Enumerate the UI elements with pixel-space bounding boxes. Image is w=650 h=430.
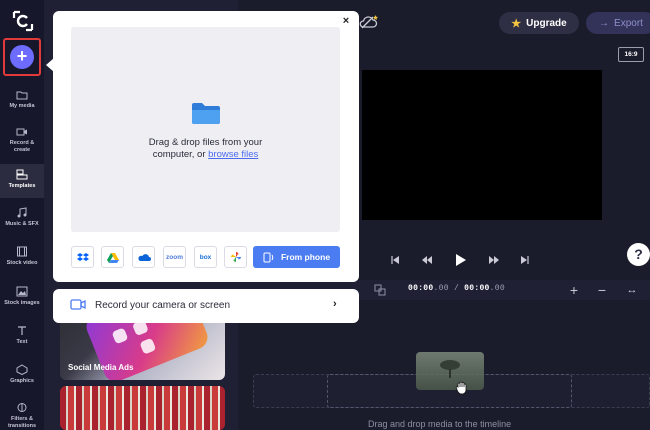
browse-files-link[interactable]: browse files [208, 149, 258, 160]
sidebar-item-label: Graphics [10, 378, 34, 384]
dragged-media-thumbnail[interactable] [416, 352, 484, 390]
fast-forward-icon[interactable] [488, 255, 500, 265]
total-time: 00:00 [464, 284, 490, 293]
clipchamp-logo [12, 10, 34, 32]
cloud-sync-icon[interactable] [359, 14, 379, 30]
sidebar-item-text[interactable]: Text [0, 325, 44, 349]
film-icon [17, 246, 27, 257]
star-icon: ★ [511, 17, 522, 30]
sidebar-item-label: Music & SFX [5, 221, 39, 227]
google-drive-icon [106, 252, 119, 263]
sidebar-item-label: Stock video [6, 260, 38, 266]
record-icon [16, 128, 27, 136]
skip-forward-icon[interactable] [520, 255, 530, 265]
filters-icon [17, 403, 27, 412]
template-card-label: Social Media Ads [68, 363, 134, 372]
split-icon[interactable] [374, 284, 386, 296]
folder-icon [192, 103, 220, 124]
video-camera-icon [70, 299, 86, 310]
video-preview [362, 70, 602, 220]
folder-icon [16, 91, 28, 100]
sidebar-item-label: Templates [8, 183, 36, 189]
upgrade-button[interactable]: ★ Upgrade [499, 12, 579, 34]
upgrade-label: Upgrade [526, 17, 567, 29]
box-logo-text: box [199, 253, 212, 261]
drop-instructions-line2: computer, or browse files [71, 149, 340, 161]
sidebar-item-label: Stock images [4, 300, 40, 306]
timecode: 00:00.00 / 00:00.00 [408, 284, 505, 293]
sidebar-item-templates[interactable]: Templates [0, 164, 44, 198]
templates-icon [16, 169, 28, 180]
drop-instructions-prefix: computer, or [152, 149, 209, 160]
fit-timeline-button[interactable]: ↔ [624, 282, 640, 298]
tree-icon [440, 360, 460, 378]
drop-instructions: Drag & drop files from your computer, or… [71, 137, 340, 161]
phone-icon [263, 252, 274, 262]
play-icon[interactable] [453, 253, 467, 267]
sidebar-item-music-sfx[interactable]: Music & SFX [0, 207, 44, 233]
sidebar-item-label: Record & create [9, 140, 35, 153]
sidebar-item-label: Text [16, 339, 28, 345]
app-icon [111, 327, 129, 345]
sidebar-item-label: My media [9, 103, 35, 109]
sidebar-item-filters-transitions[interactable]: Filters & transitions [0, 402, 44, 430]
export-label: Export [614, 17, 643, 29]
dropbox-button[interactable] [71, 246, 94, 268]
file-drop-area[interactable] [71, 27, 340, 232]
current-time: 00:00 [408, 284, 434, 293]
onedrive-button[interactable] [132, 246, 155, 268]
music-icon [17, 207, 27, 218]
template-card-library[interactable] [60, 386, 225, 430]
google-drive-button[interactable] [101, 246, 124, 268]
sidebar-item-label: Filters & transitions [7, 416, 37, 429]
help-button[interactable]: ? [627, 243, 650, 266]
left-rail: + My media Record & create Templates Mus… [0, 0, 44, 430]
aspect-ratio-button[interactable]: 16:9 [618, 47, 644, 62]
box-button[interactable]: box [194, 246, 217, 268]
google-photos-button[interactable] [224, 246, 247, 268]
onedrive-icon [137, 253, 151, 261]
drop-instructions-line1: Drag & drop files from your [148, 137, 263, 148]
zoom-out-button[interactable]: − [594, 282, 610, 298]
image-icon [16, 286, 28, 297]
dropbox-icon [76, 252, 89, 261]
google-photos-icon [230, 252, 241, 262]
timeline-drop-hint: Drag and drop media to the timeline [368, 419, 512, 429]
grab-cursor-icon [455, 381, 467, 395]
export-button[interactable]: → Export [586, 12, 650, 34]
current-time-fraction: .00 [433, 284, 449, 293]
zoom-logo-text: zoom [166, 253, 183, 261]
sidebar-item-stock-video[interactable]: Stock video [0, 246, 44, 272]
text-icon [18, 326, 26, 335]
add-media-button[interactable]: + [10, 45, 34, 69]
total-time-fraction: .00 [489, 284, 505, 293]
zoom-button[interactable]: zoom [163, 246, 186, 268]
app-icon [139, 337, 157, 355]
record-label: Record your camera or screen [95, 300, 231, 311]
sidebar-item-stock-images[interactable]: Stock images [0, 286, 44, 312]
arrow-right-icon: → [599, 17, 610, 29]
sidebar-item-my-media[interactable]: My media [0, 90, 44, 114]
close-button[interactable]: × [339, 14, 353, 28]
from-phone-button[interactable]: From phone [253, 246, 340, 268]
from-phone-label: From phone [280, 252, 331, 262]
sidebar-item-record-create[interactable]: Record & create [0, 127, 44, 157]
chevron-right-icon: › [333, 298, 337, 310]
rewind-icon[interactable] [421, 255, 433, 265]
time-separator: / [453, 284, 460, 293]
playback-controls [390, 252, 530, 268]
zoom-in-button[interactable]: + [566, 282, 582, 298]
skip-back-icon[interactable] [390, 255, 400, 265]
shapes-icon [16, 364, 28, 375]
sidebar-item-graphics[interactable]: Graphics [0, 364, 44, 388]
